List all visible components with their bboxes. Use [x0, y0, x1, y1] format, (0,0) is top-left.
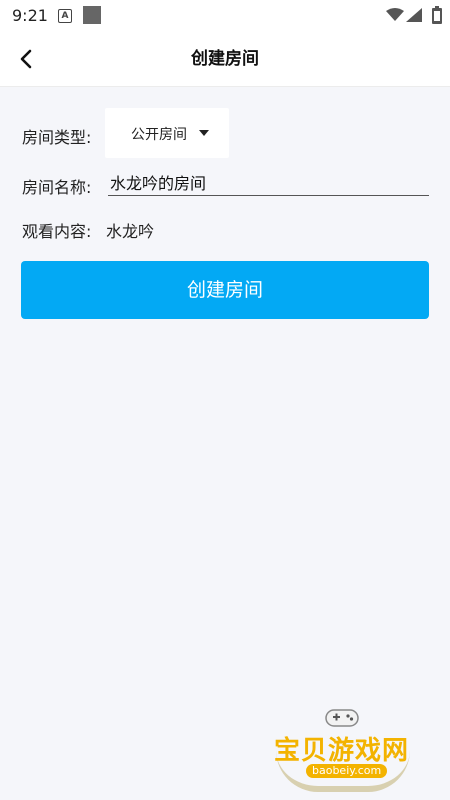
watch-content-label: 观看内容:	[22, 222, 92, 241]
battery-icon	[432, 6, 442, 24]
page-title: 创建房间	[191, 49, 259, 69]
app-header: 创建房间	[0, 32, 450, 87]
signal-icon	[406, 8, 422, 22]
watermark-url: baobeiy.com	[306, 764, 388, 778]
watermark-logo: 宝贝游戏网 baobeiy.com	[268, 700, 418, 792]
create-room-button[interactable]: 创建房间	[21, 261, 429, 319]
gamepad-icon	[325, 709, 359, 727]
notification-square-icon	[83, 6, 101, 24]
room-type-value: 公开房间	[131, 127, 187, 143]
room-type-label: 房间类型:	[22, 128, 92, 147]
wifi-icon	[386, 8, 404, 21]
watermark-text: 宝贝游戏网	[274, 736, 410, 766]
room-name-label: 房间名称:	[22, 178, 92, 197]
room-type-select[interactable]: 公开房间	[105, 108, 229, 158]
status-bar: 9:21 A	[0, 0, 450, 32]
room-name-input[interactable]	[108, 169, 429, 196]
watch-content-value: 水龙吟	[106, 222, 155, 241]
notification-a-icon: A	[58, 9, 72, 23]
status-time: 9:21	[12, 6, 48, 25]
caret-down-icon	[199, 130, 209, 136]
